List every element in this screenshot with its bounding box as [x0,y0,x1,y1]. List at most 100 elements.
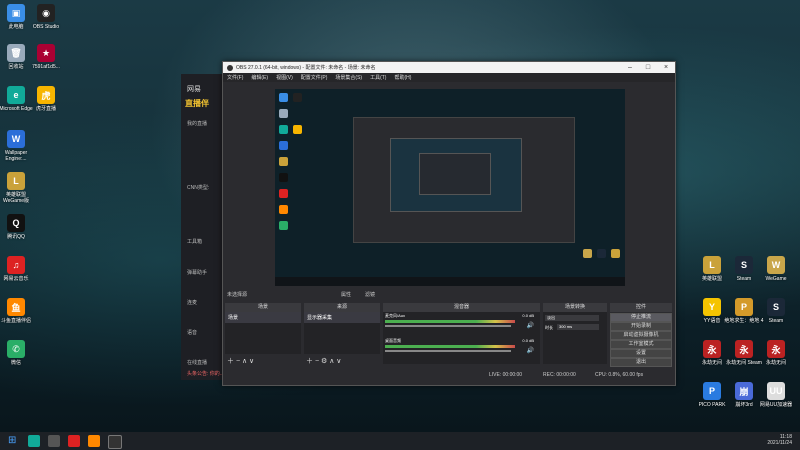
scenes-header: 场景 [225,303,301,312]
desktop-icon[interactable]: 鱼斗鱼直播伴侣 [0,298,36,324]
desktop-icon[interactable]: 虎虎牙直播 [26,86,66,112]
desktop-icon-label: 斗鱼直播伴侣 [0,318,31,324]
desktop-icon[interactable]: W Wallpaper Engine:... [0,130,36,162]
windows-start-icon[interactable]: ⊞ [8,435,20,447]
desktop-icon-label: Steam [768,318,784,324]
settings-button[interactable]: 设置 [610,349,672,358]
transition-select[interactable]: 淡出 [545,315,599,321]
app-icon: 永 [703,340,721,358]
app-icon: ★ [37,44,55,62]
scenes-toolbar[interactable]: ＋ − ∧ ∨ [227,356,254,365]
cc-side-item[interactable]: 弹幕助手 [187,269,207,276]
cc-side-item[interactable]: 在线直播 [187,359,207,366]
close-icon[interactable]: × [657,64,675,71]
douyu-taskbar-icon[interactable] [88,435,100,447]
audio-mixer: 麦克风/Aux 0.0 dB 🔊 桌面音频 0.0 dB 🔊 [383,312,540,364]
app-icon: ◉ [37,4,55,22]
maximize-icon[interactable]: □ [639,64,657,71]
menu-help[interactable]: 帮助(H) [394,74,411,81]
menu-scene-collection[interactable]: 场景集合(S) [335,74,362,81]
preview-icon [611,249,620,258]
obs-statusbar: LIVE: 00:00:00 REC: 00:00:00 CPU: 0.8%, … [223,369,675,381]
menu-edit[interactable]: 编辑(E) [251,74,268,81]
desktop-icon[interactable]: Q 腾讯QQ [0,214,36,240]
preview-icon [279,221,288,230]
sources-list[interactable]: 显示器采集 [304,312,380,354]
volume-slider[interactable] [385,350,511,352]
app-icon: S [767,298,785,316]
transitions-header: 场景转换 [543,303,607,312]
menu-view[interactable]: 视图(V) [276,74,293,81]
minimize-icon[interactable]: – [621,64,639,71]
nested-obs-preview [353,117,575,243]
scenes-list[interactable]: 场景 [225,312,301,354]
mute-icon[interactable]: 🔊 [527,322,534,329]
app-icon: 永 [735,340,753,358]
studio-mode-button[interactable]: 工作室模式 [610,340,672,349]
explorer-taskbar-icon[interactable] [48,435,60,447]
desktop-icon[interactable]: ✆ 微信 [0,340,36,366]
menu-tools[interactable]: 工具(T) [370,74,386,81]
obs-taskbar-icon[interactable] [108,435,122,449]
volume-slider[interactable] [385,325,511,327]
desktop-icon[interactable]: S Steam [756,298,796,324]
menu-profile[interactable]: 配置文件(P) [301,74,328,81]
rec-time: REC: 00:00:00 [543,372,576,378]
cc-side-item[interactable]: 连麦 [187,299,197,306]
obs-dock-panels: 未选择源 属性 滤镜 场景 场景 ＋ − ∧ ∨ 来源 显示器采集 ＋ − ⚙ … [223,291,675,373]
preview-icon [279,205,288,214]
cpu-fps: CPU: 0.8%, 60.00 fps [595,372,644,378]
controls-header: 控件 [610,303,672,312]
desktop-icon[interactable]: W WeGame [756,256,796,282]
mixer-track-name: 桌面音频 [385,338,401,343]
obs-window[interactable]: OBS 27.0.1 (64-bit, windows) - 配置文件: 未命名… [222,61,676,386]
desktop-icon-label: WeGame [765,276,787,282]
desktop-icon-label: OBS Studio [32,24,60,30]
preview-icon [293,125,302,134]
start-recording-button[interactable]: 开始录制 [610,322,672,331]
cc-live-app-window[interactable]: 网易 直播伴 我的直播 CNN类型: 工具箱 弹幕助手 连麦 语音 在线直播 头… [181,74,225,380]
duration-input[interactable]: 300 ms [557,324,599,330]
mute-icon[interactable]: 🔊 [527,347,534,354]
nested-obs-preview-2 [390,138,522,212]
filters-button[interactable]: 滤镜 [365,291,375,298]
menu-file[interactable]: 文件(F) [227,74,243,81]
desktop-icon-label: 网易UU加速器 [759,402,793,408]
cc-side-item[interactable]: 我的直播 [187,120,207,127]
desktop-icon[interactable]: UU 网易UU加速器 [756,382,796,408]
app-icon: UU [767,382,785,400]
desktop-icon-label: 永劫无间 [765,360,786,366]
desktop-icon[interactable]: ♫ 网易云音乐 [0,256,36,282]
cc-brand: 直播伴 [185,99,209,108]
netease-taskbar-icon[interactable] [68,435,80,447]
app-icon: e [7,86,25,104]
properties-button[interactable]: 属性 [341,291,351,298]
cc-logo: 网易 [187,86,201,93]
desktop-icon[interactable]: ◉ OBS Studio [26,4,66,30]
exit-button[interactable]: 退出 [610,358,672,367]
obs-preview[interactable] [275,89,625,286]
mixer-track-db: 0.0 dB [522,313,534,318]
volume-meter [385,345,515,348]
virtual-camera-button[interactable]: 启动虚拟摄像机 [610,331,672,340]
cc-side-item[interactable]: CNN类型: [187,184,209,191]
app-icon: 🗑 [7,44,25,62]
sources-toolbar[interactable]: ＋ − ⚙ ∧ ∨ [306,356,341,365]
desktop-icon[interactable]: L 英雄联盟 WeGame版 [0,172,36,204]
cc-status: 头条公告: 你的... [187,371,224,377]
desktop-icon[interactable]: ★ 7591af1d5... [26,44,66,70]
stop-stream-button[interactable]: 停止推流 [610,313,672,322]
desktop-icon-label: 虎牙直播 [35,106,56,112]
source-item[interactable]: 显示器采集 [304,312,380,323]
app-icon: 永 [767,340,785,358]
app-icon: P [735,298,753,316]
cc-side-item[interactable]: 工具箱 [187,238,202,245]
desktop-icon[interactable]: 永永劫无间 [756,340,796,366]
desktop-icon-label: 7591af1d5... [32,64,60,70]
obs-titlebar[interactable]: OBS 27.0.1 (64-bit, windows) - 配置文件: 未命名… [223,62,675,73]
scene-item[interactable]: 场景 [225,312,301,323]
obs-menubar: 文件(F) 编辑(E) 视图(V) 配置文件(P) 场景集合(S) 工具(T) … [223,73,675,82]
cc-side-item[interactable]: 语音 [187,329,197,336]
edge-taskbar-icon[interactable] [28,435,40,447]
system-tray-clock[interactable]: 11:18 2021/11/24 [767,434,792,446]
